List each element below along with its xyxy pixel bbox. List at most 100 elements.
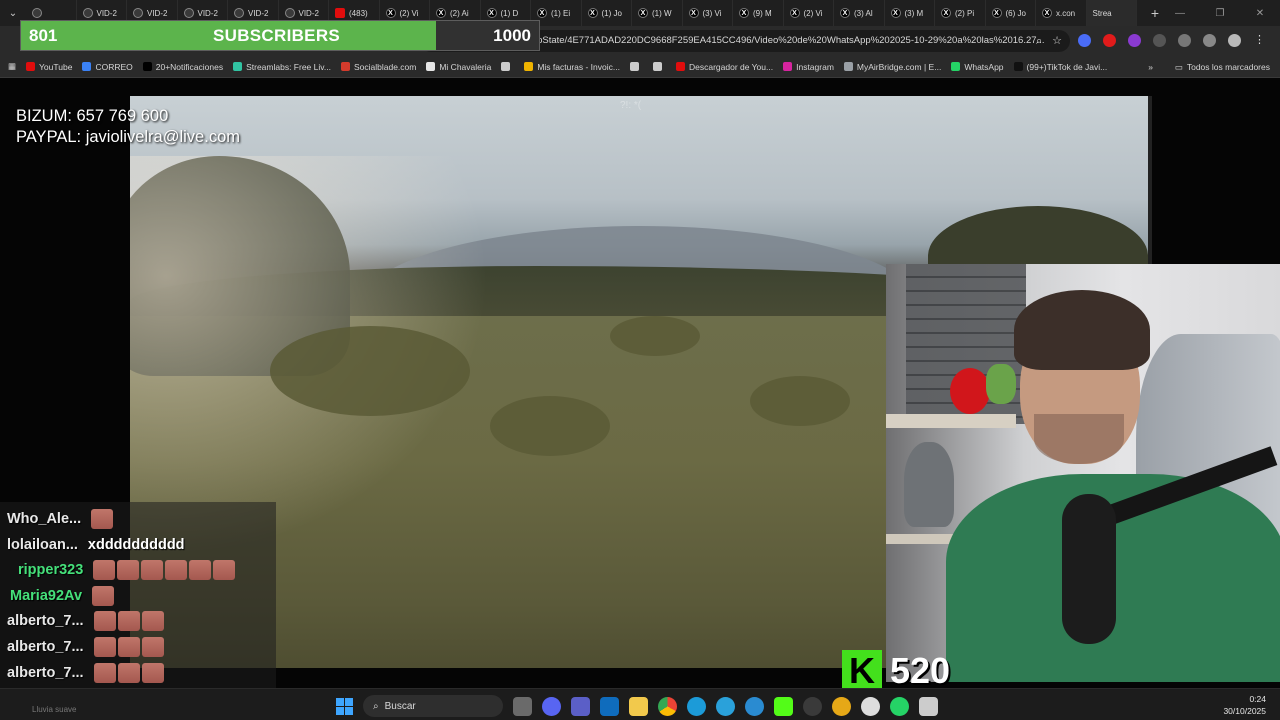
bush-shape: [750, 376, 850, 426]
close-window-button[interactable]: ✕: [1240, 0, 1280, 26]
bookmark-favicon-icon: [524, 62, 534, 71]
chat-username[interactable]: ripper323: [18, 562, 83, 578]
taskbar-search[interactable]: ⌕ Buscar: [363, 695, 503, 717]
maximize-button[interactable]: ❐: [1200, 0, 1240, 26]
app-icon[interactable]: [832, 696, 851, 716]
extension-icon[interactable]: [1153, 34, 1166, 47]
subscriber-goal-bar: 801 SUBSCRIBERS 1000: [20, 20, 540, 51]
whatsapp-icon[interactable]: [890, 696, 909, 716]
browser-tab[interactable]: X (6) Jo: [986, 0, 1036, 26]
globe-app-icon[interactable]: [745, 696, 764, 716]
browser-tab[interactable]: X (3) Vi: [683, 0, 733, 26]
plant-shape: [986, 364, 1016, 404]
chat-username[interactable]: Maria92Av: [10, 588, 82, 604]
emote-group: [89, 509, 114, 529]
telegram-icon[interactable]: [716, 696, 735, 716]
chat-overlay: Who_Ale... lolailoan... xdddddddddd ripper3…: [0, 502, 276, 716]
bookmark-item[interactable]: CORREO: [77, 62, 137, 72]
bookmark-item[interactable]: Instagram: [778, 62, 839, 72]
chat-username[interactable]: alberto_7...: [7, 639, 84, 655]
taskbar-apps: ⌕ Buscar: [336, 695, 938, 717]
bookmark-item[interactable]: [625, 62, 648, 72]
tab-title: x.con: [1056, 8, 1076, 18]
bush-shape: [490, 396, 610, 456]
bookmark-favicon-icon: [1013, 62, 1023, 71]
chat-emote-icon: [93, 662, 116, 683]
media-control-icon[interactable]: [1203, 34, 1216, 47]
chrome-icon[interactable]: [658, 696, 677, 716]
video-watermark: ?!: *(: [620, 100, 642, 111]
chat-username[interactable]: alberto_7...: [7, 613, 84, 629]
app-icon[interactable]: [861, 696, 880, 716]
bookmark-item[interactable]: (99+)TikTok de Javi...: [1009, 62, 1113, 72]
bookmark-item[interactable]: Streamlabs: Free Liv...: [228, 62, 336, 72]
app-icon[interactable]: [919, 696, 938, 716]
bookmark-star-icon[interactable]: ☆: [1052, 30, 1062, 52]
profile-avatar[interactable]: [1228, 34, 1241, 47]
browser-tab[interactable]: X (2) Pi: [935, 0, 986, 26]
bookmarks-overflow-icon[interactable]: »: [1143, 62, 1158, 72]
outlook-icon[interactable]: [600, 696, 619, 716]
extension-icon[interactable]: [1128, 34, 1141, 47]
browser-tab[interactable]: X (2) Vi: [784, 0, 834, 26]
extension-icon[interactable]: [1103, 34, 1116, 47]
tab-title: (9) M: [753, 8, 772, 18]
teams-icon[interactable]: [571, 696, 590, 716]
chat-username[interactable]: lolailoan...: [7, 537, 78, 553]
bookmark-item[interactable]: YouTube: [21, 62, 77, 72]
browser-tab[interactable]: Xx.con: [1036, 0, 1087, 26]
bookmark-item[interactable]: 20+Notificaciones: [138, 62, 228, 72]
windows-start-icon[interactable]: [336, 697, 353, 715]
viewer-count: 520: [890, 650, 951, 691]
bookmark-item[interactable]: MyAirBridge.com | E...: [839, 62, 946, 72]
x-icon: X: [789, 8, 800, 18]
zoom-icon[interactable]: ⌕: [1036, 30, 1042, 52]
browser-tab[interactable]: X (1) Jo: [582, 0, 632, 26]
tab-title: (1) Jo: [601, 8, 622, 18]
system-clock[interactable]: 0:24 30/10/2025: [1223, 693, 1266, 717]
bookmark-item[interactable]: Mis facturas - Invoic...: [519, 62, 625, 72]
extensions-puzzle-icon[interactable]: [1178, 34, 1191, 47]
browser-tab[interactable]: X (3) M: [885, 0, 935, 26]
bookmark-item[interactable]: [648, 62, 671, 72]
globe-icon: [183, 8, 194, 18]
x-icon: X: [941, 8, 951, 18]
extension-icon[interactable]: [1078, 34, 1091, 47]
browser-tab[interactable]: X (3) Al: [834, 0, 885, 26]
kick-app-icon[interactable]: [774, 696, 793, 716]
bookmark-item[interactable]: WhatsApp: [946, 62, 1008, 72]
discord-icon[interactable]: [542, 696, 561, 716]
bookmark-item[interactable]: Socialblade.com: [336, 62, 421, 72]
bookmark-item[interactable]: Descargador de You...: [671, 62, 778, 72]
chat-username[interactable]: Who_Ale...: [7, 511, 81, 527]
chat-username[interactable]: alberto_7...: [7, 665, 84, 681]
browser-tab[interactable]: KStrea: [842, 0, 1137, 660]
extensions-toolbar: ⋮: [1078, 34, 1266, 47]
browser-tab[interactable]: X (9) M: [733, 0, 784, 26]
edge-icon[interactable]: [687, 696, 706, 716]
task-view-icon[interactable]: [513, 696, 532, 716]
bookmark-label: 20+Notificaciones: [155, 61, 224, 72]
x-icon: X: [840, 8, 850, 18]
chat-message: Maria92Av: [10, 583, 115, 609]
all-bookmarks-folder[interactable]: ▭ Todos los marcadores: [1175, 56, 1270, 78]
menu-kebab-icon[interactable]: ⋮: [1253, 34, 1266, 47]
obs-icon[interactable]: [803, 696, 822, 716]
weather-widget[interactable]: Lluvia suave: [32, 705, 76, 714]
shelf-shape: [886, 414, 1016, 428]
chat-emote-icon: [93, 611, 116, 632]
donation-info: BIZUM: 657 769 600 PAYPAL: javiolivelra@…: [16, 106, 240, 148]
search-icon: ⌕: [373, 700, 379, 712]
bookmark-item[interactable]: Mi Chavaleria: [421, 62, 496, 72]
tab-title: (2) Ai: [450, 8, 469, 18]
browser-tab[interactable]: X (1) W: [632, 0, 683, 26]
minimize-button[interactable]: —: [1160, 0, 1200, 26]
apps-grid-icon[interactable]: ▦: [0, 61, 21, 72]
bookmark-item[interactable]: [496, 62, 519, 72]
x-icon: X: [688, 8, 699, 18]
x-icon: X: [890, 8, 901, 18]
bookmark-favicon-icon: [675, 62, 685, 71]
subscriber-label: SUBSCRIBERS: [213, 26, 341, 45]
tab-title: VID-2: [298, 8, 319, 18]
file-explorer-icon[interactable]: [629, 696, 648, 716]
